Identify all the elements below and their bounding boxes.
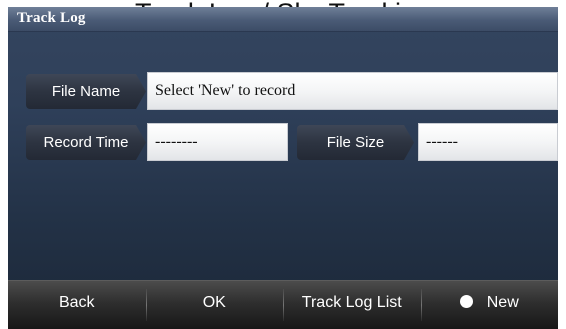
back-button-label: Back (58, 294, 95, 311)
filled-circle-icon (459, 295, 473, 308)
record-time-field: -------- (147, 123, 288, 161)
ok-button[interactable]: OK (145, 281, 284, 329)
title-bar: Track Log (8, 7, 558, 32)
track-log-list-button[interactable]: Track Log List (283, 281, 421, 329)
file-name-label: File Name (26, 74, 146, 109)
file-name-field[interactable]: Select 'New' to record (147, 72, 558, 110)
bottom-toolbar: Back OK Track Log List New (8, 280, 558, 329)
file-size-label: File Size (297, 125, 414, 160)
file-size-field: ------ (418, 123, 558, 161)
ok-button-label: OK (202, 294, 226, 311)
track-log-list-button-label: Track Log List (301, 294, 402, 311)
window-title: Track Log (17, 10, 86, 26)
new-button[interactable]: New (420, 281, 559, 329)
back-button[interactable]: Back (8, 281, 146, 329)
record-time-label: Record Time (26, 125, 146, 160)
new-button-label: New (486, 294, 519, 311)
device-screen: Track Log File Name Select 'New' to reco… (8, 7, 558, 329)
